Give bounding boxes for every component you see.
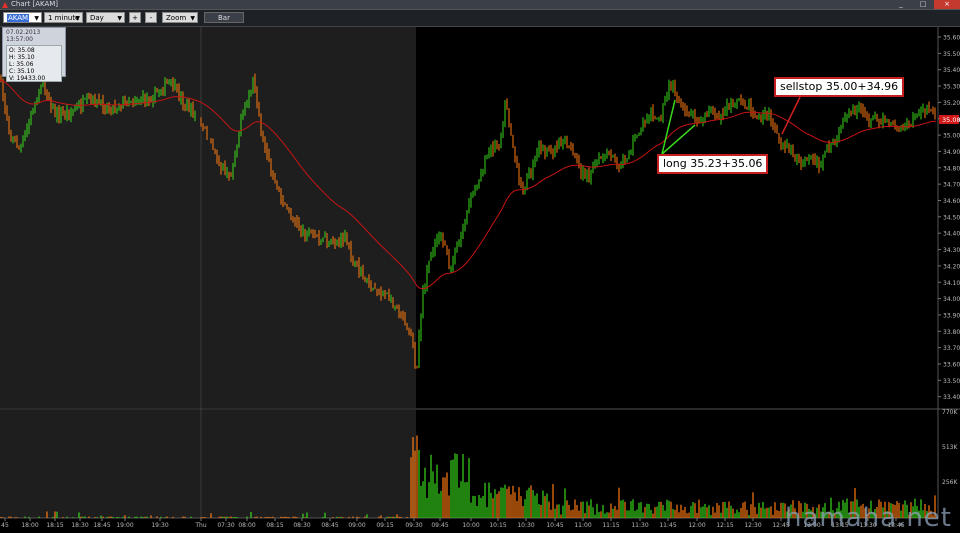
price-tick-label: 33.50: [943, 378, 960, 385]
price-tick-label: 34.10: [943, 280, 960, 287]
price-tick-label: 35.40: [943, 67, 960, 74]
ohlc-info-box: 07.02.2013 13:57:00 O: 35.08 H: 35.10 L:…: [2, 27, 66, 82]
price-tick-label: 34.50: [943, 214, 960, 221]
time-tick-label: 12:30: [744, 522, 761, 529]
price-tick-label: 35.30: [943, 84, 960, 91]
price-tick-label: 35.60: [943, 35, 960, 42]
volume-tick-label: 513K: [942, 444, 958, 451]
time-tick-label: 19:00: [116, 522, 133, 529]
time-tick-label: 11:15: [602, 522, 619, 529]
time-tick-label: 10:45: [546, 522, 563, 529]
time-tick-label: 18:15: [46, 522, 63, 529]
price-tick-label: 33.90: [943, 312, 960, 319]
time-tick-label: 09:15: [376, 522, 393, 529]
sellstop-callout: sellstop 35.00+34.96: [774, 77, 905, 97]
open-value: O: 35.08: [9, 47, 35, 54]
time-tick-label: 07:30: [217, 522, 234, 529]
time-tick-label: 09:00: [348, 522, 365, 529]
volume-tick-label: 256K: [942, 479, 958, 486]
price-tick-label: 33.80: [943, 329, 960, 336]
time-tick-label: 11:30: [631, 522, 648, 529]
time-tick-label: 11:00: [574, 522, 591, 529]
price-tick-label: 34.30: [943, 247, 960, 254]
price-tick-label: 35.50: [943, 51, 960, 58]
time-tick-label: 19:30: [151, 522, 168, 529]
low-value: L: 35.06: [9, 61, 34, 68]
price-axis: 35.6035.5035.4035.3035.2035.1035.0034.90…: [938, 35, 960, 401]
premarket-volume-panel: [0, 410, 416, 518]
time-tick-label: 08:00: [238, 522, 255, 529]
time-tick-label: 45: [1, 522, 9, 529]
price-tick-label: 34.40: [943, 231, 960, 238]
watermark-text: hamaha.net: [784, 503, 952, 533]
time-tick-label: 10:15: [489, 522, 506, 529]
time-tick-label: 18:30: [71, 522, 88, 529]
price-tick-label: 35.20: [943, 100, 960, 107]
volume-tick-label: 770K: [942, 409, 958, 416]
bar-timestamp: 07.02.2013 13:57:00: [6, 29, 41, 43]
time-tick-label: 10:30: [517, 522, 534, 529]
time-tick-label: 08:30: [293, 522, 310, 529]
price-tick-label: 35.00: [943, 133, 960, 140]
price-tick-label: 34.60: [943, 198, 960, 205]
session-volume-panel: [416, 410, 938, 518]
volume-value: V: 19433.00: [9, 75, 46, 82]
price-tick-label: 34.80: [943, 165, 960, 172]
time-tick-label: 18:00: [21, 522, 38, 529]
price-tick-label: 33.70: [943, 345, 960, 352]
price-tick-label: 33.60: [943, 362, 960, 369]
time-tick-label: 10:00: [462, 522, 479, 529]
long-entry-callout: long 35.23+35.06: [657, 154, 769, 174]
volume-axis: 770K 513K 256K: [942, 409, 958, 486]
ohlc-values: O: 35.08 H: 35.10 L: 35.06 C: 35.10 V: 1…: [6, 45, 62, 82]
time-tick-label: 09:30: [405, 522, 422, 529]
price-tick-label: 34.70: [943, 182, 960, 189]
price-tick-label: 34.20: [943, 263, 960, 270]
current-price-label: 35.08: [942, 116, 960, 124]
time-tick-label: 08:45: [321, 522, 338, 529]
close-value: C: 35.10: [9, 68, 35, 75]
time-tick-label: Thu: [194, 522, 206, 529]
time-tick-label: 11:45: [659, 522, 676, 529]
time-tick-label: 12:00: [688, 522, 705, 529]
price-tick-label: 34.00: [943, 296, 960, 303]
time-axis: 45 18:00 18:15 18:30 18:45 19:00 19:30 Thu 07:30…: [1, 518, 905, 529]
high-value: H: 35.10: [9, 54, 35, 61]
time-tick-label: 18:45: [93, 522, 110, 529]
time-tick-label: 12:15: [716, 522, 733, 529]
time-tick-label: 09:45: [431, 522, 448, 529]
price-tick-label: 34.90: [943, 149, 960, 156]
price-tick-label: 33.40: [943, 394, 960, 401]
time-tick-label: 08:15: [266, 522, 283, 529]
